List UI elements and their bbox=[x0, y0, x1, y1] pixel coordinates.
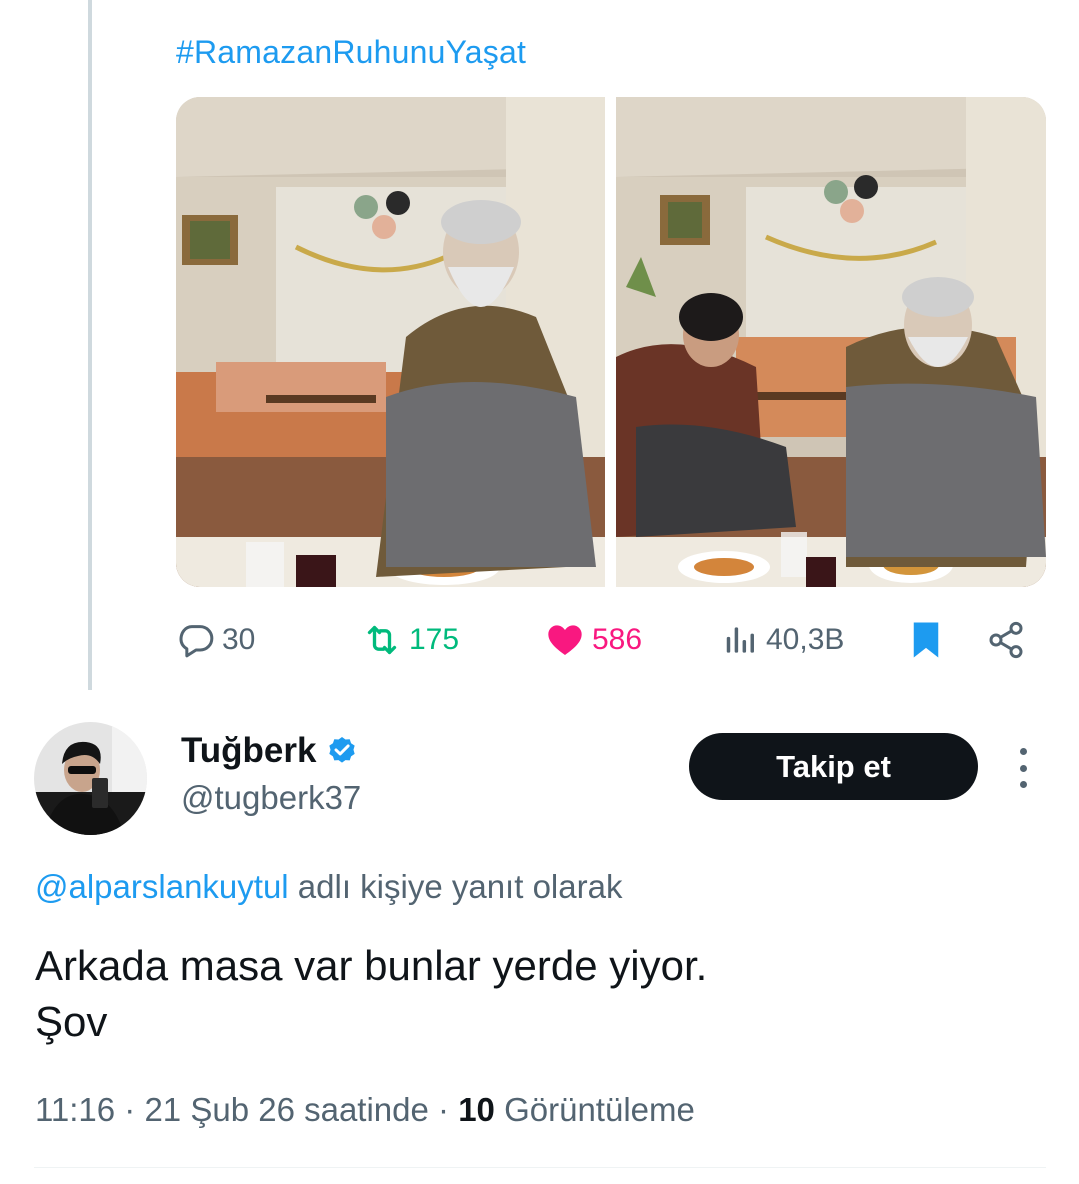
tweet-timestamp[interactable]: 11:16 · 21 Şub 26 saatinde · bbox=[35, 1091, 449, 1128]
thread-connector-line bbox=[88, 0, 92, 690]
bookmark-icon bbox=[913, 622, 939, 658]
like-count: 586 bbox=[592, 623, 643, 656]
tweet-action-bar: 30 175 586 40,3B bbox=[176, 612, 1046, 668]
replying-to-suffix: adlı kişiye yanıt olarak bbox=[297, 868, 623, 905]
retweet-icon bbox=[367, 625, 397, 655]
tweet-text: Arkada masa var bunlar yerde yiyor. Şov bbox=[35, 938, 707, 1050]
verified-badge-icon bbox=[329, 737, 356, 763]
author-handle[interactable]: @tugberk37 bbox=[181, 779, 361, 817]
tweet-text-line-1: Arkada masa var bunlar yerde yiyor. bbox=[35, 942, 708, 989]
reply-icon bbox=[179, 625, 214, 658]
views-icon bbox=[726, 627, 754, 653]
divider bbox=[34, 1167, 1046, 1168]
photo-1-image bbox=[176, 97, 605, 587]
share-icon bbox=[989, 621, 1023, 659]
replying-to-line: @alparslankuytul adlı kişiye yanıt olara… bbox=[35, 868, 622, 906]
tweet-photo-1[interactable] bbox=[176, 97, 605, 587]
tweet-text-line-2: Şov bbox=[35, 998, 108, 1045]
follow-button[interactable]: Takip et bbox=[689, 733, 978, 800]
hashtag-link[interactable]: #RamazanRuhunuYaşat bbox=[176, 34, 526, 71]
share-button[interactable] bbox=[986, 612, 1026, 668]
author-name-row: Tuğberk bbox=[181, 731, 358, 771]
tweet-metadata: 11:16 · 21 Şub 26 saatinde · 10 Görüntül… bbox=[35, 1091, 695, 1129]
tweet-photo-2[interactable] bbox=[616, 97, 1046, 587]
author-name[interactable]: Tuğberk bbox=[181, 731, 316, 771]
retweet-count: 175 bbox=[409, 623, 460, 656]
heart-icon bbox=[548, 625, 582, 655]
photo-2-image bbox=[616, 97, 1046, 587]
avatar[interactable] bbox=[34, 722, 147, 835]
reply-button[interactable]: 30 bbox=[176, 612, 255, 668]
avatar-image bbox=[34, 722, 147, 835]
more-options-icon[interactable] bbox=[1008, 748, 1038, 788]
like-button[interactable]: 586 bbox=[544, 612, 642, 668]
tweet-view-label: Görüntüleme bbox=[504, 1091, 695, 1128]
views-count: 40,3B bbox=[766, 623, 845, 656]
bookmark-button[interactable] bbox=[908, 612, 944, 668]
replying-to-mention[interactable]: @alparslankuytul bbox=[35, 868, 289, 905]
tweet-view-count: 10 bbox=[458, 1091, 495, 1128]
views-button[interactable]: 40,3B bbox=[722, 612, 844, 668]
reply-count: 30 bbox=[222, 623, 256, 656]
retweet-button[interactable]: 175 bbox=[361, 612, 459, 668]
